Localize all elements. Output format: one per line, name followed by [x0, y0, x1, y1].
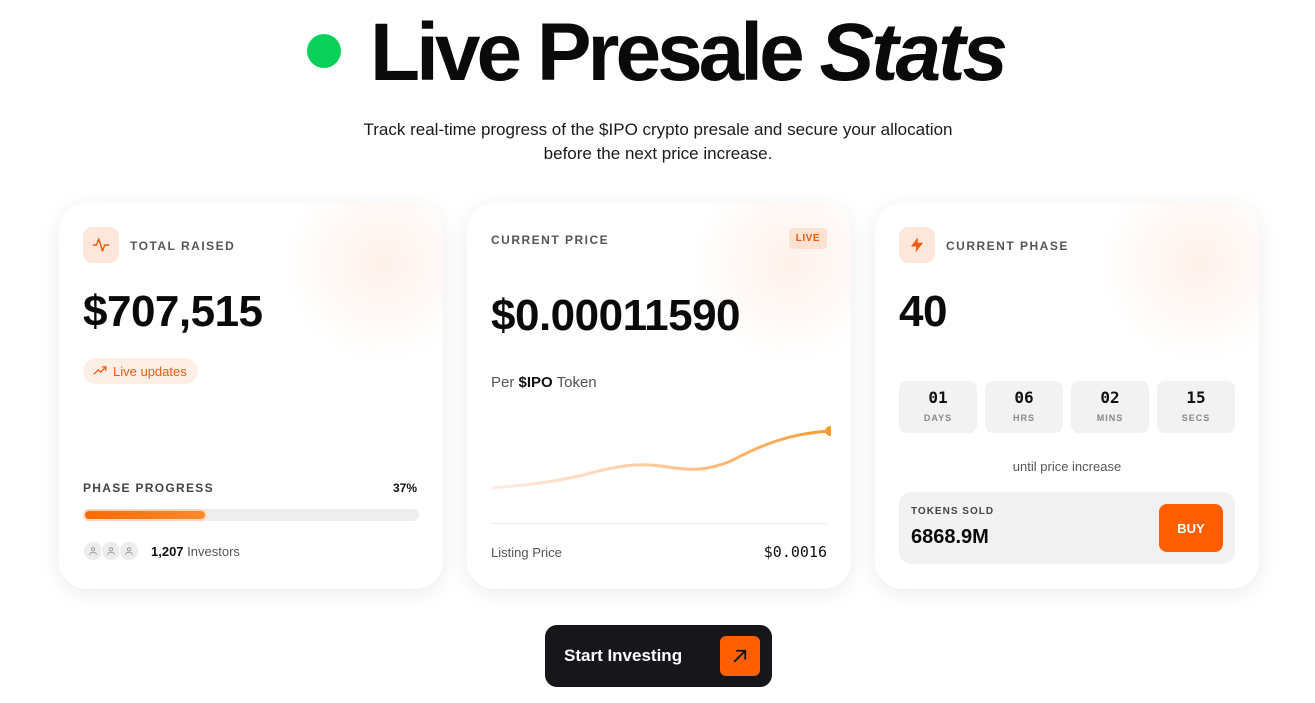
total-raised-value: $707,515	[83, 287, 263, 336]
activity-icon	[83, 227, 119, 263]
listing-price-value: $0.0016	[763, 543, 827, 561]
until-price-increase-text: until price increase	[1012, 459, 1122, 474]
per-token-symbol: $IPO	[518, 374, 553, 391]
phase-progress-bar	[83, 509, 419, 521]
current-phase-label: CURRENT PHASE	[946, 239, 1069, 253]
start-investing-label: Start Investing	[564, 646, 683, 665]
countdown-seconds: 15 SECS	[1157, 381, 1235, 433]
countdown-seconds-value: 15	[1186, 388, 1206, 407]
price-trend-point	[825, 426, 831, 436]
countdown-days: 01 DAYS	[899, 381, 977, 433]
avatar	[119, 541, 139, 561]
countdown-timer: 01 DAYS 06 HRS 02 MINS 15 SECS	[899, 381, 1235, 433]
trending-up-icon	[93, 366, 107, 375]
countdown-minutes-value: 02	[1100, 388, 1120, 407]
price-trend-chart	[491, 426, 831, 490]
investor-count: 1,207	[151, 543, 184, 559]
live-badge: LIVE	[788, 228, 827, 249]
countdown-days-value: 01	[928, 388, 948, 407]
phase-progress-label: PHASE PROGRESS	[83, 481, 214, 495]
start-investing-button[interactable]: Start Investing	[545, 625, 772, 687]
title-italic: Stats	[819, 7, 1008, 98]
per-token-text: Per $IPO Token	[491, 374, 597, 391]
countdown-minutes-unit: MINS	[1096, 413, 1124, 423]
live-indicator-dot	[307, 34, 341, 68]
price-trend-line	[491, 429, 831, 490]
page-title: Live Presale Stats	[370, 7, 1008, 98]
countdown-seconds-unit: SECS	[1181, 413, 1211, 423]
avatar	[101, 541, 121, 561]
current-phase-card: CURRENT PHASE 40 01 DAYS 06 HRS 02 MINS …	[875, 203, 1259, 589]
live-updates-pill: Live updates	[83, 358, 198, 384]
total-raised-card: TOTAL RAISED $707,515 Live updates PHASE…	[59, 203, 443, 589]
per-prefix: Per	[491, 374, 515, 391]
investor-label: Investors	[187, 543, 240, 559]
buy-button[interactable]: BUY	[1159, 504, 1223, 552]
countdown-hours-unit: HRS	[1012, 413, 1035, 423]
investor-count-text: 1,207 Investors	[151, 544, 240, 559]
tokens-sold-box: TOKENS SOLD 6868.9M BUY	[899, 492, 1235, 564]
live-updates-label: Live updates	[113, 363, 187, 379]
title-main: Live Presale	[370, 7, 805, 98]
lightning-icon	[899, 227, 935, 263]
tokens-sold-value: 6868.9M	[911, 526, 989, 548]
phase-progress-percent: 37%	[392, 481, 417, 495]
per-suffix: Token	[556, 374, 597, 391]
total-raised-label: TOTAL RAISED	[130, 239, 236, 253]
tokens-sold-label: TOKENS SOLD	[911, 506, 995, 517]
phase-progress-fill	[83, 509, 208, 521]
page-subtitle: Track real-time progress of the $IPO cry…	[363, 120, 953, 163]
avatar	[83, 541, 103, 561]
current-phase-value: 40	[899, 287, 947, 336]
arrow-up-right-icon	[720, 636, 760, 676]
countdown-minutes: 02 MINS	[1071, 381, 1149, 433]
countdown-hours: 06 HRS	[985, 381, 1063, 433]
listing-price-label: Listing Price	[491, 545, 562, 560]
investors-row: 1,207 Investors	[83, 541, 240, 561]
current-price-value: $0.00011590	[491, 291, 741, 340]
divider	[491, 523, 827, 524]
hero-header: Live Presale Stats	[0, 0, 1315, 110]
current-price-label: CURRENT PRICE	[491, 233, 610, 247]
countdown-hours-value: 06	[1014, 388, 1034, 407]
current-price-card: CURRENT PRICE LIVE $0.00011590 Per $IPO …	[467, 203, 851, 589]
countdown-days-unit: DAYS	[923, 413, 953, 423]
